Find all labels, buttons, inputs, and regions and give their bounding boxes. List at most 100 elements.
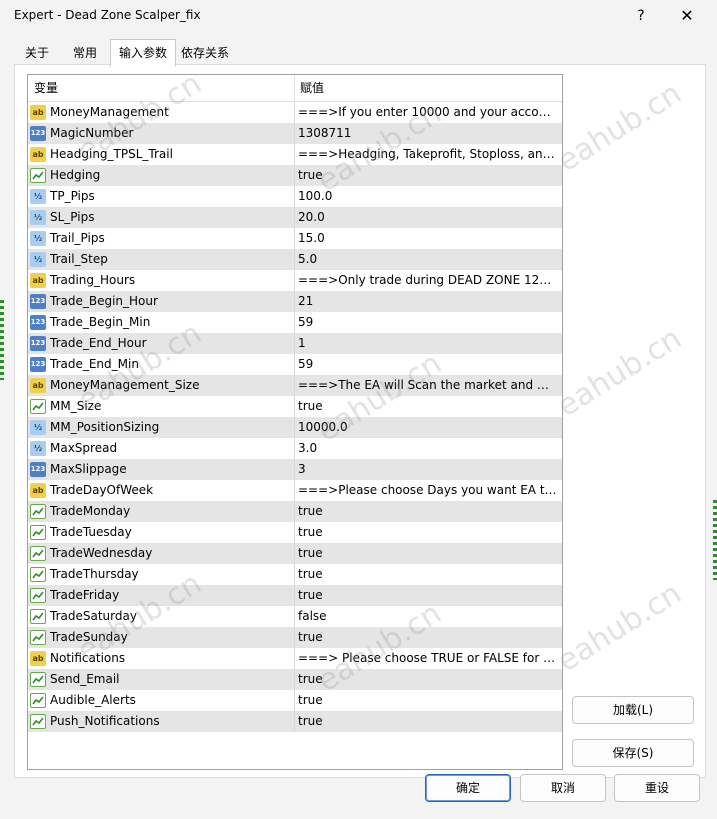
- parameter-row[interactable]: TradeTuesday true: [28, 522, 562, 543]
- help-button[interactable]: ?: [626, 4, 656, 28]
- integer-type-icon: 123: [30, 462, 46, 477]
- parameter-value[interactable]: ===>Please choose Days you want EA to ..…: [298, 480, 558, 501]
- parameter-value[interactable]: true: [298, 165, 558, 186]
- parameter-name: Headging_TPSL_Trail: [50, 147, 173, 161]
- parameter-row[interactable]: Push_Notifications true: [28, 711, 562, 732]
- parameter-row[interactable]: TradeFriday true: [28, 585, 562, 606]
- parameter-value[interactable]: 1308711: [298, 123, 558, 144]
- string-type-icon: ab: [30, 651, 46, 666]
- parameter-value[interactable]: true: [298, 396, 558, 417]
- parameter-value[interactable]: 5.0: [298, 249, 558, 270]
- cell-separator: [294, 627, 295, 648]
- tab-dependencies[interactable]: 依存关系: [176, 41, 234, 65]
- parameter-row[interactable]: ½ Trail_Pips 15.0: [28, 228, 562, 249]
- parameter-value[interactable]: true: [298, 501, 558, 522]
- parameter-value[interactable]: 59: [298, 312, 558, 333]
- column-header-value[interactable]: 赋值: [300, 75, 324, 101]
- parameter-row[interactable]: MM_Size true: [28, 396, 562, 417]
- parameter-row[interactable]: ½ TP_Pips 100.0: [28, 186, 562, 207]
- parameter-name: TradeMonday: [50, 504, 131, 518]
- bool-type-icon: [30, 168, 46, 183]
- cell-separator: [294, 249, 295, 270]
- grid-rows: ab MoneyManagement ===>If you enter 10000 …: [28, 102, 562, 732]
- parameter-row[interactable]: TradeThursday true: [28, 564, 562, 585]
- parameter-value[interactable]: ===>Only trade during DEAD ZONE 12p...: [298, 270, 558, 291]
- parameter-row[interactable]: 123 Trade_Begin_Min 59: [28, 312, 562, 333]
- parameter-row[interactable]: ab MoneyManagement_Size ===>The EA will Sc…: [28, 375, 562, 396]
- parameter-value[interactable]: 59: [298, 354, 558, 375]
- tab-common[interactable]: 常用: [62, 41, 108, 65]
- double-type-icon: ½: [30, 252, 46, 267]
- string-type-icon: ab: [30, 378, 46, 393]
- parameter-value[interactable]: true: [298, 564, 558, 585]
- parameter-value[interactable]: ===>The EA will Scan the market and will…: [298, 375, 558, 396]
- parameter-row[interactable]: TradeSunday true: [28, 627, 562, 648]
- parameter-name: TradeSunday: [50, 630, 128, 644]
- cell-separator: [294, 480, 295, 501]
- ok-button[interactable]: 确定: [425, 774, 511, 802]
- parameter-value[interactable]: 1: [298, 333, 558, 354]
- parameter-row[interactable]: ab TradeDayOfWeek ===>Please choose Days y…: [28, 480, 562, 501]
- parameter-row[interactable]: ½ SL_Pips 20.0: [28, 207, 562, 228]
- parameter-value[interactable]: true: [298, 669, 558, 690]
- tab-inputs[interactable]: 输入参数: [110, 39, 176, 67]
- save-button[interactable]: 保存(S): [572, 739, 694, 767]
- bool-type-icon: [30, 630, 46, 645]
- parameter-value[interactable]: true: [298, 522, 558, 543]
- chart-edge-left: [0, 300, 4, 380]
- parameter-value[interactable]: ===>If you enter 10000 and your account.…: [298, 102, 558, 123]
- cell-separator: [294, 438, 295, 459]
- parameter-value[interactable]: 20.0: [298, 207, 558, 228]
- parameter-row[interactable]: 123 Trade_Begin_Hour 21: [28, 291, 562, 312]
- parameter-value[interactable]: true: [298, 690, 558, 711]
- parameter-row[interactable]: 123 MaxSlippage 3: [28, 459, 562, 480]
- parameter-row[interactable]: Audible_Alerts true: [28, 690, 562, 711]
- parameter-value[interactable]: true: [298, 585, 558, 606]
- parameter-value[interactable]: true: [298, 711, 558, 732]
- column-header-variable[interactable]: 变量: [34, 75, 58, 101]
- parameter-value[interactable]: ===> Please choose TRUE or FALSE for y..…: [298, 648, 558, 669]
- parameter-row[interactable]: ½ MaxSpread 3.0: [28, 438, 562, 459]
- parameter-row[interactable]: 123 Trade_End_Min 59: [28, 354, 562, 375]
- parameter-value[interactable]: 3.0: [298, 438, 558, 459]
- load-button[interactable]: 加载(L): [572, 696, 694, 724]
- parameter-row[interactable]: ab Trading_Hours ===>Only trade during DEA…: [28, 270, 562, 291]
- parameter-row[interactable]: ab Notifications ===> Please choose TRUE o…: [28, 648, 562, 669]
- parameter-row[interactable]: ab Headging_TPSL_Trail ===>Headging, Takep…: [28, 144, 562, 165]
- parameter-name: TradeWednesday: [50, 546, 153, 560]
- parameter-name: Push_Notifications: [50, 714, 160, 728]
- parameters-grid[interactable]: 变量 赋值 ab MoneyManagement ===>If you enter …: [27, 74, 563, 770]
- parameter-row[interactable]: TradeMonday true: [28, 501, 562, 522]
- parameter-row[interactable]: ½ MM_PositionSizing 10000.0: [28, 417, 562, 438]
- cancel-button[interactable]: 取消: [520, 774, 606, 802]
- reset-button[interactable]: 重设: [614, 774, 700, 802]
- chart-edge-right: [713, 500, 717, 580]
- parameter-row[interactable]: TradeSaturday false: [28, 606, 562, 627]
- parameter-value[interactable]: true: [298, 543, 558, 564]
- parameter-value[interactable]: 100.0: [298, 186, 558, 207]
- parameter-value[interactable]: 10000.0: [298, 417, 558, 438]
- column-separator[interactable]: [294, 75, 295, 101]
- parameter-value[interactable]: 15.0: [298, 228, 558, 249]
- parameter-row[interactable]: ½ Trail_Step 5.0: [28, 249, 562, 270]
- parameter-row[interactable]: Send_Email true: [28, 669, 562, 690]
- cell-separator: [294, 207, 295, 228]
- bool-type-icon: [30, 399, 46, 414]
- parameter-row[interactable]: ab MoneyManagement ===>If you enter 10000 …: [28, 102, 562, 123]
- parameter-name: MaxSpread: [50, 441, 118, 455]
- parameter-value[interactable]: 3: [298, 459, 558, 480]
- parameter-row[interactable]: Hedging true: [28, 165, 562, 186]
- parameter-row[interactable]: 123 MagicNumber 1308711: [28, 123, 562, 144]
- cell-separator: [294, 501, 295, 522]
- parameter-value[interactable]: true: [298, 627, 558, 648]
- parameter-value[interactable]: ===>Headging, Takeprofit, Stoploss, and …: [298, 144, 558, 165]
- parameter-row[interactable]: TradeWednesday true: [28, 543, 562, 564]
- parameter-value[interactable]: false: [298, 606, 558, 627]
- tab-about[interactable]: 关于: [14, 41, 60, 65]
- close-button[interactable]: ✕: [670, 4, 704, 28]
- bool-type-icon: [30, 672, 46, 687]
- cell-separator: [294, 375, 295, 396]
- parameter-row[interactable]: 123 Trade_End_Hour 1: [28, 333, 562, 354]
- parameter-value[interactable]: 21: [298, 291, 558, 312]
- cell-separator: [294, 354, 295, 375]
